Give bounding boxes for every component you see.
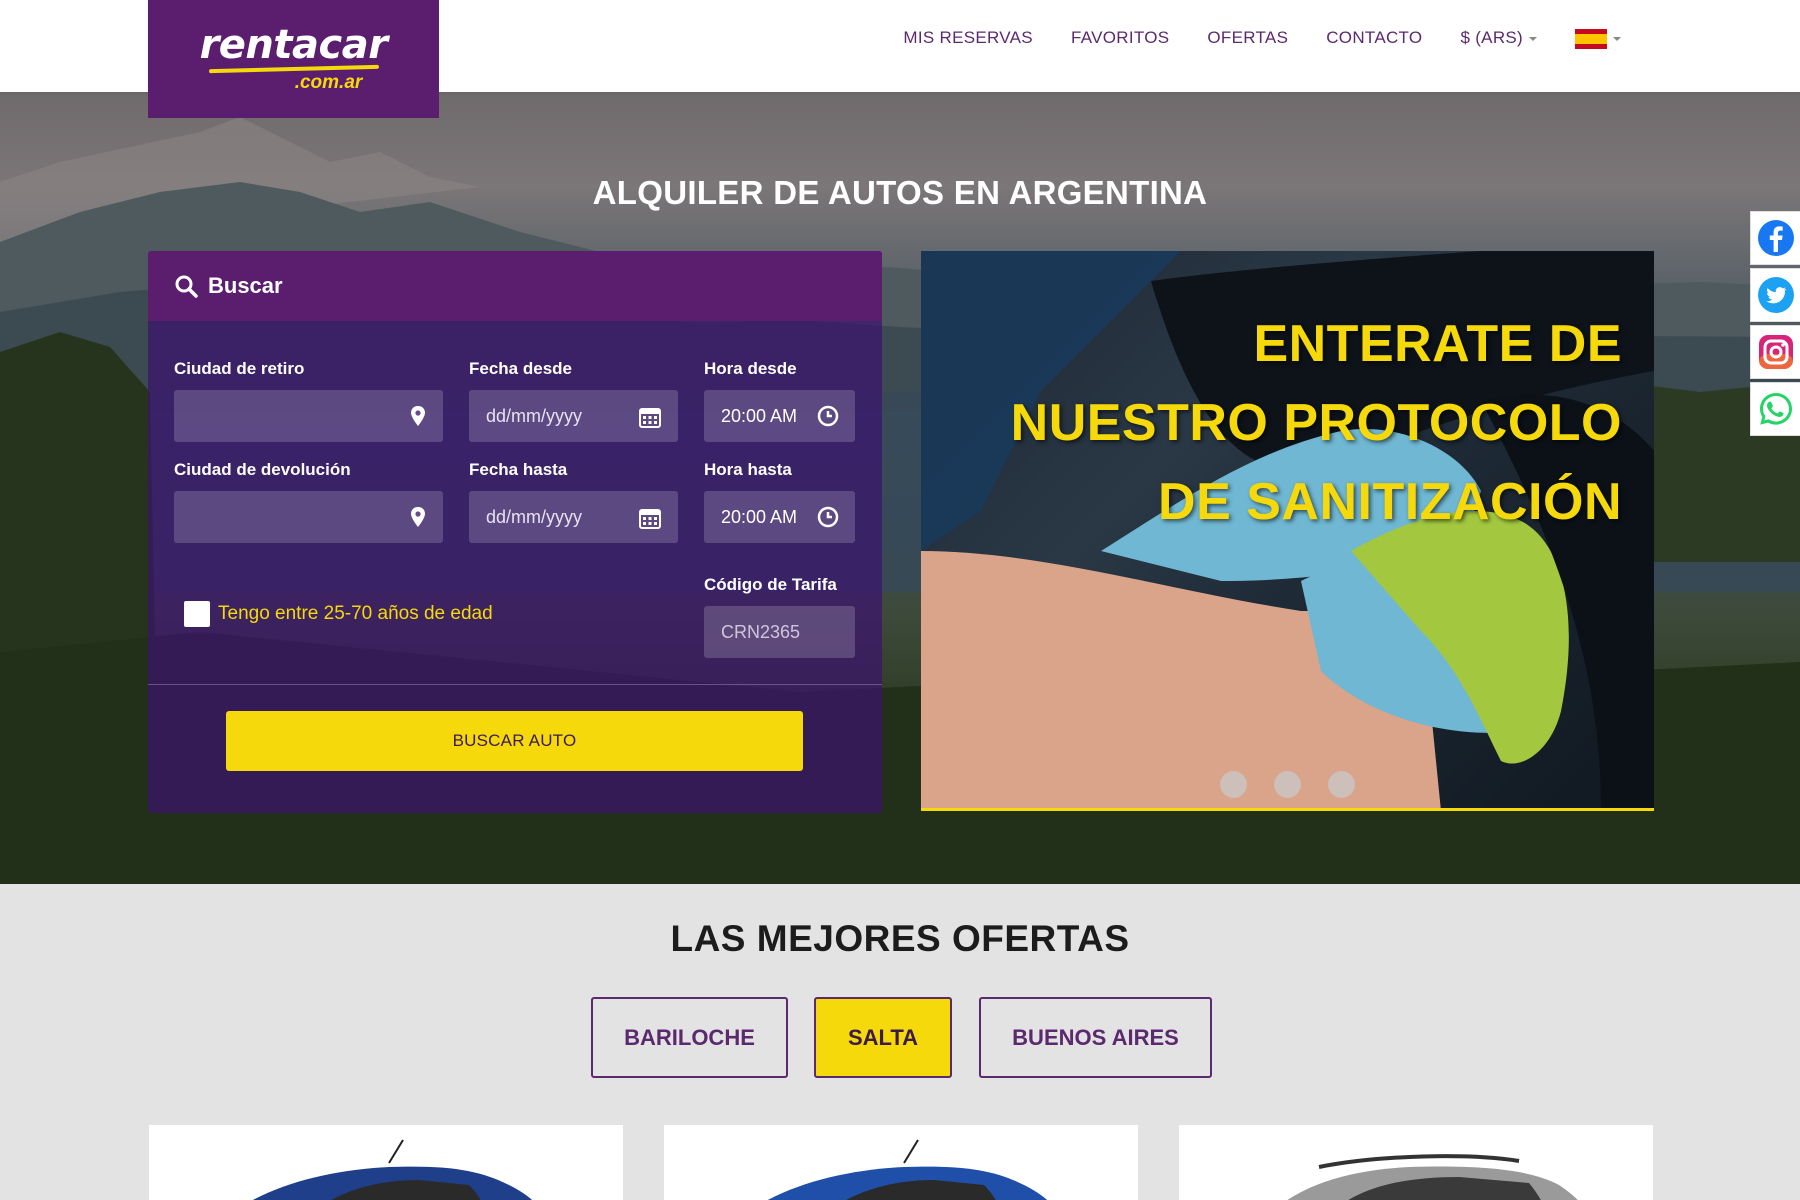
- hero-title: ALQUILER DE AUTOS EN ARGENTINA: [592, 174, 1208, 211]
- rate-code-placeholder: CRN2365: [721, 621, 801, 642]
- time-to-label: Hora hasta: [704, 460, 792, 479]
- time-from-value: 20:00 AM: [721, 405, 798, 426]
- currency-dropdown[interactable]: $ (ARS): [1441, 28, 1556, 48]
- rate-code-label: Código de Tarifa: [704, 575, 837, 594]
- site-logo[interactable]: rentacar .com.ar: [148, 0, 439, 118]
- nav-offers[interactable]: OFERTAS: [1188, 28, 1307, 48]
- twitter-icon: [1757, 277, 1794, 313]
- rate-code-input[interactable]: CRN2365: [704, 606, 855, 658]
- age-checkbox-label: Tengo entre 25-70 años de edad: [218, 603, 493, 624]
- search-car-button[interactable]: BUSCAR AUTO: [226, 711, 803, 771]
- offers-title: LAS MEJORES OFERTAS: [670, 918, 1130, 959]
- chevron-down-icon: [1529, 36, 1537, 41]
- time-to-input[interactable]: 20:00 AM: [704, 491, 855, 543]
- search-form: Buscar Ciudad de retiro Fecha desde Hora…: [148, 251, 882, 813]
- facebook-icon: [1757, 220, 1794, 256]
- date-from-input[interactable]: dd/mm/yyyy: [469, 390, 678, 442]
- date-from-label: Fecha desde: [469, 359, 572, 378]
- carousel-dot-1[interactable]: [1220, 771, 1247, 798]
- car-image: [768, 1139, 1048, 1200]
- time-to-value: 20:00 AM: [721, 506, 798, 527]
- tab-salta[interactable]: SALTA: [814, 997, 952, 1078]
- banner-headline: ENTERATE DE NUESTRO PROTOCOLO DE SANITIZ…: [1011, 305, 1622, 542]
- currency-label: $ (ARS): [1460, 28, 1523, 48]
- logo-text: rentacar: [199, 21, 388, 68]
- banner-line-2: NUESTRO PROTOCOLO: [1010, 394, 1622, 452]
- pickup-city-label: Ciudad de retiro: [174, 359, 305, 378]
- calendar-icon: [639, 408, 661, 428]
- search-icon: [175, 275, 198, 298]
- offer-card[interactable]: [149, 1125, 623, 1200]
- whatsapp-icon: [1759, 393, 1792, 425]
- clock-icon: [817, 405, 839, 427]
- language-dropdown[interactable]: [1556, 28, 1640, 49]
- twitter-link[interactable]: [1750, 268, 1800, 322]
- banner-line-1: ENTERATE DE: [1253, 315, 1622, 373]
- carousel-dot-2[interactable]: [1274, 771, 1301, 798]
- chevron-down-icon: [1613, 36, 1621, 41]
- carousel-dot-3[interactable]: [1328, 771, 1355, 798]
- car-image: [1287, 1154, 1578, 1200]
- clock-icon: [817, 506, 839, 528]
- pickup-city-input[interactable]: [174, 390, 443, 442]
- spain-flag-icon: [1575, 28, 1607, 49]
- date-to-label: Fecha hasta: [469, 460, 568, 479]
- logo-domain: .com.ar: [294, 71, 363, 93]
- instagram-link[interactable]: [1750, 325, 1800, 379]
- nav-my-bookings[interactable]: MIS RESERVAS: [884, 28, 1052, 48]
- date-to-input[interactable]: dd/mm/yyyy: [469, 491, 678, 543]
- return-city-label: Ciudad de devolución: [174, 460, 351, 479]
- search-header: Buscar: [148, 251, 882, 321]
- time-from-label: Hora desde: [704, 359, 797, 378]
- calendar-icon: [639, 509, 661, 529]
- return-city-input[interactable]: [174, 491, 443, 543]
- hero-section: ALQUILER DE AUTOS EN ARGENTINA Buscar Ci…: [0, 92, 1800, 884]
- promo-banner[interactable]: ENTERATE DE NUESTRO PROTOCOLO DE SANITIZ…: [921, 251, 1654, 811]
- date-from-placeholder: dd/mm/yyyy: [486, 405, 583, 426]
- carousel-dots: [921, 771, 1654, 798]
- instagram-icon: [1758, 335, 1793, 369]
- map-pin-icon: [411, 507, 425, 527]
- age-checkbox-row[interactable]: Tengo entre 25-70 años de edad: [184, 601, 493, 627]
- search-title: Buscar: [208, 273, 283, 298]
- age-checkbox[interactable]: [184, 601, 210, 627]
- form-divider: [148, 684, 882, 685]
- map-pin-icon: [411, 406, 425, 426]
- banner-line-3: DE SANITIZACIÓN: [1158, 473, 1622, 531]
- offer-card[interactable]: [1179, 1125, 1653, 1200]
- tab-buenos-aires[interactable]: BUENOS AIRES: [979, 997, 1212, 1078]
- offer-card[interactable]: [664, 1125, 1138, 1200]
- tab-bariloche[interactable]: BARILOCHE: [591, 997, 788, 1078]
- time-from-input[interactable]: 20:00 AM: [704, 390, 855, 442]
- main-nav: MIS RESERVAS FAVORITOS OFERTAS CONTACTO …: [884, 28, 1640, 49]
- date-to-placeholder: dd/mm/yyyy: [486, 506, 583, 527]
- nav-favorites[interactable]: FAVORITOS: [1052, 28, 1188, 48]
- social-sidebar: [1750, 211, 1800, 439]
- nav-contact[interactable]: CONTACTO: [1307, 28, 1441, 48]
- whatsapp-link[interactable]: [1750, 382, 1800, 436]
- facebook-link[interactable]: [1750, 211, 1800, 265]
- car-image: [253, 1139, 533, 1200]
